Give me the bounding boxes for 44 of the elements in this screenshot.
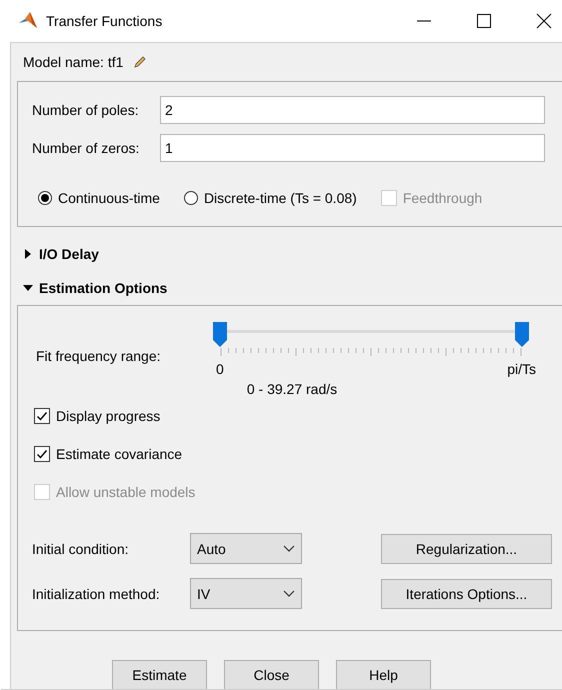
radio-label: Continuous-time	[58, 190, 160, 206]
section-header[interactable]: Estimation Options	[39, 280, 168, 296]
dropdown[interactable]: Auto	[190, 533, 302, 564]
slider-thumb[interactable]	[515, 322, 529, 348]
checkbox-label: Feedthrough	[402, 190, 482, 206]
collapsed-triangle-icon[interactable]	[23, 249, 33, 259]
checkbox-label: Estimate covariance	[56, 446, 182, 462]
radio-button[interactable]	[38, 191, 52, 205]
checkbox[interactable]	[34, 446, 50, 462]
dropdown[interactable]: IV	[190, 578, 302, 609]
dialog-button[interactable]: Help	[336, 660, 431, 690]
input-field[interactable]: 1	[160, 134, 545, 162]
dialog-button[interactable]: Close	[224, 660, 319, 690]
chevron-icon	[283, 544, 295, 552]
range-reading: 0 - 39.27 rad/s	[246, 381, 338, 397]
checkbox-label: Allow unstable models	[56, 484, 196, 500]
maximize-icon[interactable]	[476, 13, 492, 29]
window-title: Transfer Functions	[46, 13, 162, 29]
setting-label: Initial condition:	[32, 540, 130, 556]
max-label: pi/Ts	[507, 361, 536, 377]
radio-label: Discrete-time (Ts = 0.08)	[204, 190, 357, 206]
options-button[interactable]: Iterations Options...	[381, 578, 552, 608]
field-label: Number of poles:	[32, 102, 140, 118]
model-name: Model name: tf1	[23, 54, 124, 70]
radio-button[interactable]	[184, 191, 198, 205]
slider-thumb[interactable]	[213, 322, 227, 348]
dialog-button[interactable]: Estimate	[112, 660, 207, 690]
chevron-icon	[283, 590, 295, 598]
input-field[interactable]: 2	[160, 96, 545, 124]
check-icon	[36, 448, 48, 460]
pencil-icon[interactable]	[133, 55, 148, 69]
range-slider[interactable]	[213, 322, 529, 348]
checkbox[interactable]	[34, 408, 50, 424]
section-header[interactable]: I/O Delay	[39, 246, 99, 262]
expanded-triangle-icon[interactable]	[23, 283, 33, 293]
options-button[interactable]: Regularization...	[381, 534, 552, 564]
slider-label: Fit frequency range:	[35, 347, 162, 364]
close-icon[interactable]	[536, 13, 552, 29]
app-icon	[18, 11, 38, 31]
setting-label: Initialization method:	[32, 586, 161, 602]
field-label: Number of zeros:	[32, 140, 140, 156]
check-icon	[36, 410, 48, 422]
min-label: 0	[216, 361, 224, 377]
checkbox-label: Display progress	[56, 408, 160, 424]
